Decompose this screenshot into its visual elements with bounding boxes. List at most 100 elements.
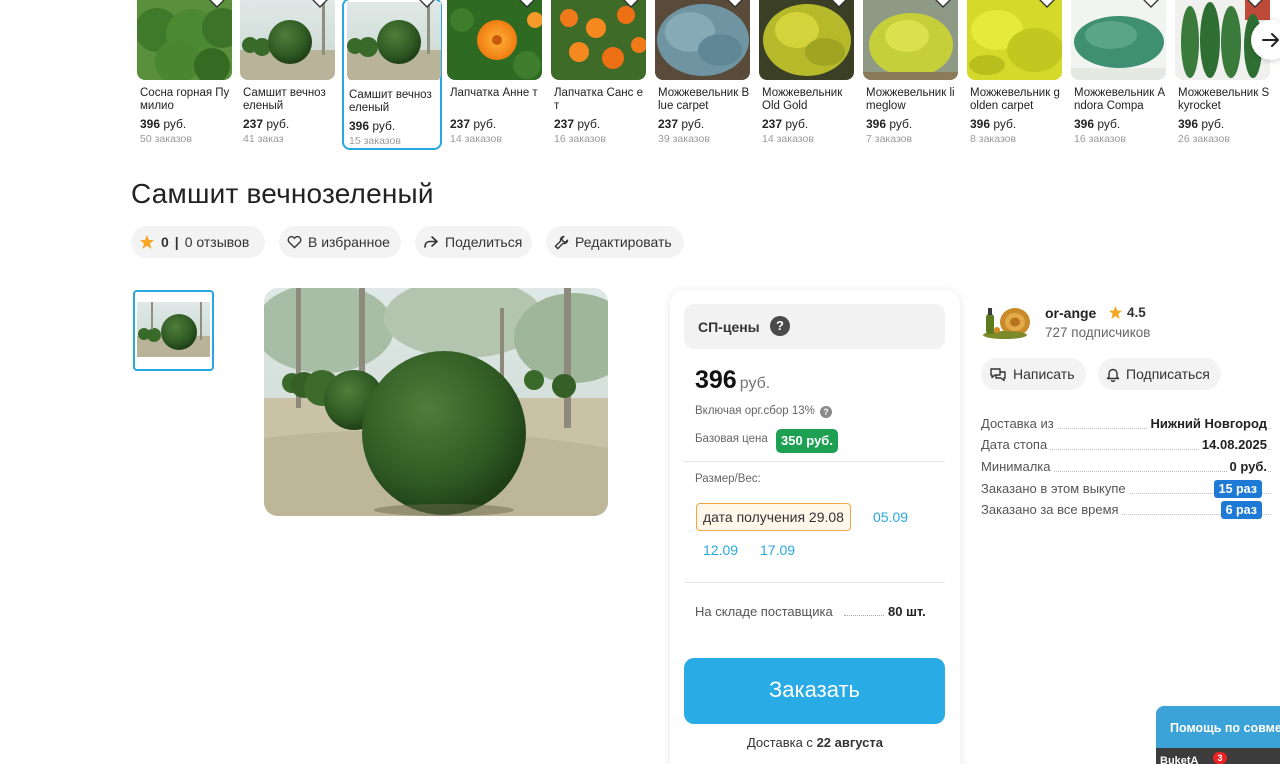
product-main-image[interactable] bbox=[264, 288, 608, 516]
currency: руб. bbox=[577, 117, 601, 131]
currency: руб. bbox=[681, 117, 705, 131]
date-option-selected[interactable]: дата получения 29.08 bbox=[696, 503, 851, 531]
order-count: 8 заказов bbox=[970, 133, 1017, 145]
reviews-count: 0 отзывов bbox=[184, 234, 250, 250]
order-count: 26 заказов bbox=[1178, 133, 1230, 145]
product-card[interactable]: Можжевельник golden carpet 396 руб. 8 за… bbox=[960, 0, 1062, 150]
order-count: 15 заказов bbox=[349, 135, 401, 147]
product-card[interactable]: Лапчатка Санс ет 237 руб. 16 заказов bbox=[544, 0, 646, 150]
product-card[interactable]: Лапчатка Анне т 237 руб. 14 заказов bbox=[440, 0, 542, 150]
currency: руб. bbox=[889, 117, 913, 131]
currency: руб. bbox=[739, 375, 771, 392]
help-title: Помощь по совме bbox=[1170, 721, 1280, 735]
product-price: 237 bbox=[658, 117, 679, 131]
sp-prices-header[interactable]: СП-цены ? bbox=[684, 304, 945, 349]
heart-icon[interactable] bbox=[1142, 0, 1160, 8]
product-image bbox=[863, 0, 958, 80]
product-price: 396 bbox=[349, 119, 370, 133]
product-name: Сосна горная Пумилио bbox=[140, 87, 230, 112]
product-image bbox=[967, 0, 1062, 80]
product-name: Можжевельник Blue carpet bbox=[658, 87, 750, 112]
purchase-panel: СП-цены ? 396 руб. Включая орг.сбор 13% ?… bbox=[670, 290, 960, 764]
info-label: Заказано за все время bbox=[981, 502, 1122, 517]
divider bbox=[684, 461, 945, 462]
help-icon[interactable]: ? bbox=[820, 406, 833, 418]
heart-icon[interactable] bbox=[418, 0, 436, 8]
subscribe-button[interactable]: Подписаться bbox=[1098, 358, 1221, 390]
product-price: 237 bbox=[554, 117, 575, 131]
product-price: 237 bbox=[243, 117, 264, 131]
help-chat-widget[interactable]: Помощь по совме BuketA 3 bbox=[1156, 706, 1280, 764]
page-title: Самшит вечнозеленый bbox=[131, 178, 434, 209]
chat-bar[interactable]: BuketA 3 bbox=[1156, 748, 1280, 764]
help-icon[interactable]: ? bbox=[770, 316, 790, 336]
price-value: 396 bbox=[695, 366, 737, 394]
star-icon bbox=[1108, 305, 1123, 320]
product-name: Можжевельник Old Gold bbox=[762, 87, 843, 112]
size-label: Размер/Вес: bbox=[695, 473, 761, 485]
base-price-label: Базовая цена bbox=[695, 433, 768, 445]
chat-icon bbox=[990, 367, 1006, 381]
heart-icon bbox=[287, 235, 302, 248]
product-image bbox=[240, 0, 335, 80]
seller-avatar[interactable] bbox=[981, 302, 1033, 340]
product-card[interactable]: Можжевельник Skyrocket 396 руб. 26 заказ… bbox=[1168, 0, 1270, 150]
product-price: 237 bbox=[762, 117, 783, 131]
heart-icon[interactable] bbox=[1246, 0, 1264, 8]
write-message-button[interactable]: Написать bbox=[981, 358, 1086, 390]
heart-icon[interactable] bbox=[934, 0, 952, 8]
gallery-thumbnail[interactable] bbox=[133, 290, 214, 371]
product-price: 396 руб. bbox=[695, 366, 770, 395]
product-name: Можжевельник limeglow bbox=[866, 87, 955, 112]
heart-icon[interactable] bbox=[311, 0, 329, 8]
info-row-minimum: Минималка 0 руб. bbox=[981, 459, 1271, 477]
divider bbox=[684, 582, 945, 583]
product-card[interactable]: Самшит вечноз еленый 237 руб. 41 заказ bbox=[233, 0, 335, 150]
write-label: Написать bbox=[1013, 366, 1075, 382]
order-count: 16 заказов bbox=[554, 133, 606, 145]
date-option[interactable]: 05.09 bbox=[873, 509, 908, 525]
info-row-ordered-this-round: Заказано в этом выкупе 15 раз bbox=[981, 480, 1271, 499]
arrow-right-icon bbox=[1262, 33, 1279, 47]
share-button[interactable]: Поделиться bbox=[415, 226, 532, 258]
favorite-button[interactable]: В избранное bbox=[279, 226, 401, 258]
info-row-ordered-total: Заказано за все время 6 раз bbox=[981, 501, 1271, 520]
product-image bbox=[551, 0, 646, 80]
seller-name[interactable]: or-ange bbox=[1045, 305, 1096, 321]
heart-icon[interactable] bbox=[1038, 0, 1056, 8]
product-card[interactable]: Можжевельник Blue carpet 237 руб. 39 зак… bbox=[648, 0, 750, 150]
related-products-carousel: Сосна горная Пумилио 396 руб. 50 заказов… bbox=[130, 0, 1280, 155]
order-count: 14 заказов bbox=[450, 133, 502, 145]
order-button[interactable]: Заказать bbox=[684, 658, 945, 724]
product-card[interactable]: Можжевельник limeglow 396 руб. 7 заказов bbox=[856, 0, 958, 150]
heart-icon[interactable] bbox=[830, 0, 848, 8]
rating-reviews-button[interactable]: 0 | 0 отзывов bbox=[131, 226, 265, 258]
product-image bbox=[655, 0, 750, 80]
info-label: Дата стопа bbox=[981, 437, 1051, 452]
heart-icon[interactable] bbox=[726, 0, 744, 8]
info-row-delivery-from: Доставка из Нижний Новгород bbox=[981, 416, 1271, 434]
order-count: 39 заказов bbox=[658, 133, 710, 145]
edit-button[interactable]: Редактировать bbox=[546, 226, 684, 258]
product-image bbox=[447, 0, 542, 80]
product-price: 396 bbox=[866, 117, 887, 131]
product-name: Самшит вечноз еленый bbox=[349, 89, 432, 114]
heart-icon[interactable] bbox=[518, 0, 536, 8]
heart-icon[interactable] bbox=[622, 0, 640, 8]
date-option[interactable]: 12.09 bbox=[703, 542, 738, 558]
product-card-selected[interactable]: Самшит вечноз еленый 396 руб. 15 заказов bbox=[342, 0, 442, 150]
subscribe-label: Подписаться bbox=[1126, 366, 1210, 382]
info-value: 0 руб. bbox=[1226, 459, 1267, 474]
product-card[interactable]: Можжевельник Andora Compa 396 руб. 16 за… bbox=[1064, 0, 1166, 150]
base-price-badge: 350 руб. bbox=[776, 429, 838, 453]
product-image bbox=[759, 0, 854, 80]
date-option[interactable]: 17.09 bbox=[760, 542, 795, 558]
product-price: 396 bbox=[970, 117, 991, 131]
heart-icon[interactable] bbox=[208, 0, 226, 8]
product-image bbox=[137, 0, 232, 80]
product-price: 396 bbox=[1178, 117, 1199, 131]
share-icon bbox=[424, 236, 438, 248]
delivery-prefix: Доставка с bbox=[746, 735, 813, 750]
product-card[interactable]: Можжевельник Old Gold 237 руб. 14 заказо… bbox=[752, 0, 854, 150]
product-card[interactable]: Сосна горная Пумилио 396 руб. 50 заказов bbox=[130, 0, 232, 150]
